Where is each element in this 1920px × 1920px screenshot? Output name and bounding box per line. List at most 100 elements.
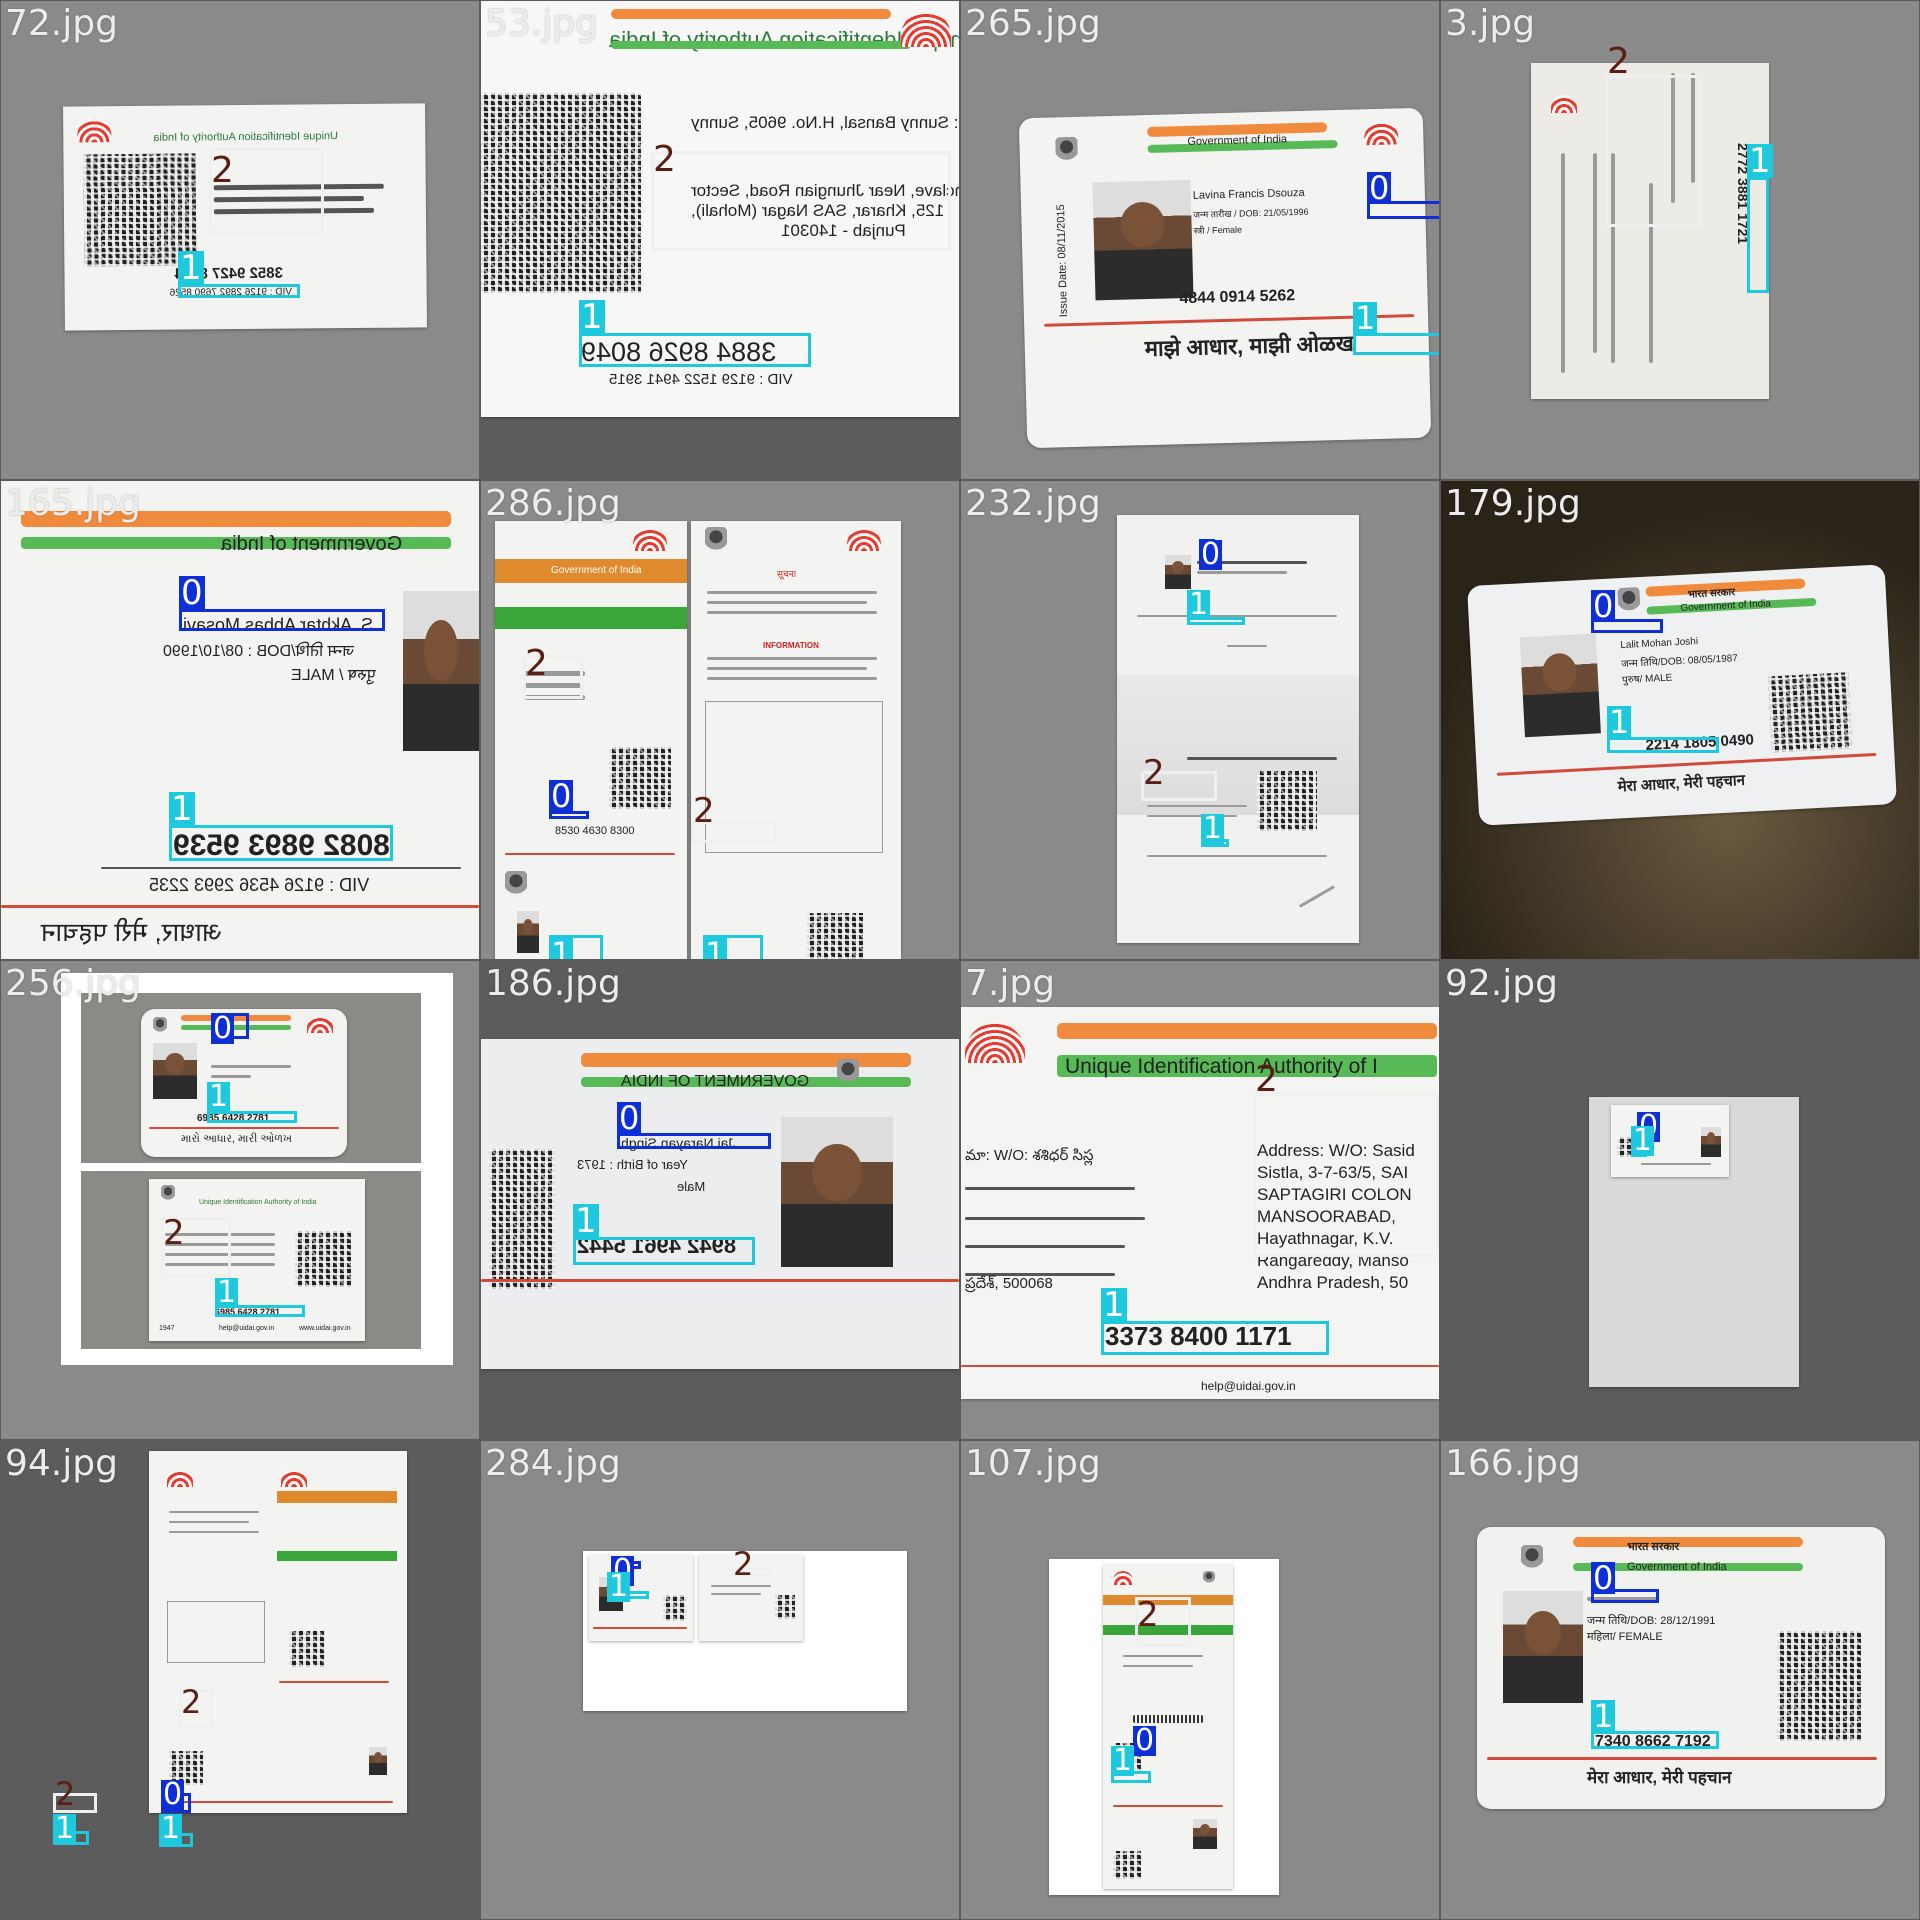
gender-text: पुरुष/ MALE (1621, 672, 1673, 687)
emblem-icon (153, 1017, 167, 1035)
tile-7[interactable]: Unique Identification Authority of I మా:… (961, 961, 1439, 1439)
file-label: 165.jpg (5, 483, 141, 524)
tile-53[interactable]: Unique Identification Authority of India… (481, 1, 959, 479)
box-class-0-name: 0 (179, 576, 385, 631)
file-label: 286.jpg (485, 483, 621, 524)
aadhaar-printout (1117, 515, 1359, 943)
government-text: Government of India (221, 533, 403, 555)
aadhaar-printout (149, 1451, 407, 1813)
box-class-0-name: 0 (1591, 590, 1663, 633)
tile-256[interactable]: 6985 6428 2781 મારો આધાર, મારી ઓળખ Uniqu… (1, 961, 479, 1439)
tile-286[interactable]: Government of India 8530 4630 8300 सूचना… (481, 481, 959, 959)
qr-code (489, 1149, 555, 1289)
tile-3[interactable]: 2772 3881 1721 2 1 3.jpg (1441, 1, 1919, 479)
box-class-1-number: 1 (1111, 1746, 1151, 1783)
tile-265[interactable]: Government of India Issue Date: 08/11/20… (961, 1, 1439, 479)
box-class-0-name: 0 (1367, 172, 1439, 219)
tile-179[interactable]: भारत सरकार Government of India Lalit Moh… (1441, 481, 1919, 959)
qr-code (481, 93, 641, 293)
gender-text: पुरुष / MALE (291, 667, 376, 684)
emblem-icon (1055, 136, 1078, 166)
aadhaar-logo-icon (77, 118, 112, 143)
tile-284[interactable]: 0 1 2 284.jpg (481, 1441, 959, 1919)
authority-text: Unique Identification Authority of I (1065, 1055, 1378, 1078)
qr-code (1777, 1631, 1861, 1741)
emblem-icon (705, 527, 727, 555)
box-class-2-address: 2 (161, 1216, 231, 1277)
tile-186[interactable]: GOVERNMENT OF INDIA Jai Narayan Singh Ye… (481, 961, 959, 1439)
yob-text: Year of Birth : 1973 (577, 1157, 688, 1172)
qr-code (663, 1595, 687, 1621)
tile-72[interactable]: Unique Identification Authority of India… (1, 1, 479, 479)
tagline-text: आधार, मेरी पहचान (41, 917, 222, 947)
file-label: 92.jpg (1445, 963, 1558, 1004)
tile-232[interactable]: 0 1 2 1 232.jpg (961, 481, 1439, 959)
holder-photo (153, 1043, 197, 1099)
issue-date-text: Issue Date: 08/11/2015 (1055, 204, 1070, 318)
holder-photo (1519, 633, 1601, 738)
vid-text: VID : 9126 4536 2993 2235 (149, 875, 370, 895)
file-label: 7.jpg (965, 963, 1056, 1004)
web-text: www.uidai.gov.in (299, 1325, 351, 1332)
file-label: 179.jpg (1445, 483, 1581, 524)
image-background (1589, 1097, 1799, 1387)
tile-165[interactable]: Government of India S. Akhtar Abbas Mosa… (1, 481, 479, 959)
box-class-1-number-2: 1 (1201, 814, 1229, 847)
government-en-text: Government of India (1680, 598, 1772, 614)
government-text: GOVERNMENT OF INDIA (621, 1073, 810, 1090)
box-class-2-address: 2 (1135, 1597, 1191, 1647)
aadhaar-logo-icon-2 (281, 1469, 307, 1487)
qr-code (609, 747, 671, 809)
aadhaar-number-text: 4844 0914 5262 (1179, 287, 1296, 308)
tile-107[interactable]: 2 0 1 107.jpg (961, 1441, 1439, 1919)
holder-photo (1193, 1819, 1217, 1849)
qr-code (775, 1595, 795, 1619)
box-class-1-number: 1 (207, 1082, 297, 1123)
file-label: 256.jpg (5, 963, 141, 1004)
box-class-0-name: 0 (549, 780, 589, 819)
aadhaar-card-small (1611, 1105, 1729, 1177)
holder-photo (1092, 179, 1194, 301)
aadhaar-logo-icon (167, 1469, 193, 1487)
qr-code (295, 1231, 351, 1287)
holder-name-text: Lalit Mohan Joshi (1620, 636, 1699, 652)
aadhaar-logo-icon (1363, 120, 1399, 146)
tile-92[interactable]: 0 1 92.jpg (1441, 961, 1919, 1439)
holder-photo (1503, 1591, 1583, 1703)
gender-text: Male (677, 1179, 706, 1194)
box-class-1-number: 1 (1631, 1123, 1655, 1158)
emblem-icon (1521, 1545, 1543, 1573)
file-label: 166.jpg (1445, 1443, 1581, 1484)
detection-grid: Unique Identification Authority of India… (0, 0, 1920, 1920)
file-label: 53.jpg (485, 3, 598, 44)
phone-text: 1947 (159, 1325, 175, 1332)
tagline-text: माझे आधार, माझी ओळख (1144, 330, 1355, 362)
tile-166[interactable]: भारत सरकार Government of India जन्म तिथि… (1441, 1441, 1919, 1919)
holder-photo (369, 1747, 387, 1775)
box-class-1-number: 1 (1607, 706, 1719, 753)
tagline-text: મારો આધાર, મારી ઓળખ (181, 1133, 293, 1145)
box-class-1-number: 1 (579, 300, 811, 367)
box-class-1-number: 1 (1747, 144, 1773, 293)
box-class-0-name: 0 (211, 1013, 249, 1044)
telugu-address-line-1: మా: W/O: శశిధర్ సిస్ల (965, 1147, 1094, 1164)
dob-text: जन्म तारीख / DOB: 21/05/1996 (1193, 206, 1309, 220)
qr-code-2 (1113, 1851, 1141, 1879)
dob-text: जन्म तिथि/DOB: 28/12/1991 (1587, 1615, 1716, 1627)
tagline-text: मेरा आधार, मेरी पहचान (1587, 1768, 1732, 1787)
vid-text: VID : 9129 1522 4941 3915 (609, 371, 793, 388)
box-class-1-number: 1 (549, 935, 603, 959)
box-class-1-number: 1 (607, 1572, 649, 1602)
tile-94[interactable]: 2 2 0 1 1 94.jpg (1, 1441, 479, 1919)
emblem-icon (837, 1059, 859, 1087)
info-title: INFORMATION (763, 641, 819, 650)
aadhaar-logo-icon (633, 527, 667, 551)
gender-text: महिला/ FEMALE (1587, 1631, 1663, 1643)
box-class-2-address: 2 (1253, 1062, 1439, 1257)
file-label: 265.jpg (965, 3, 1101, 44)
file-label: 107.jpg (965, 1443, 1101, 1484)
box-class-1-number: 1 (1591, 1700, 1719, 1749)
notice-title: सूचना (777, 569, 797, 579)
dob-text: जन्म तिथि/DOB : 08/10/1990 (163, 643, 355, 660)
aadhaar-logo-icon (901, 11, 951, 47)
